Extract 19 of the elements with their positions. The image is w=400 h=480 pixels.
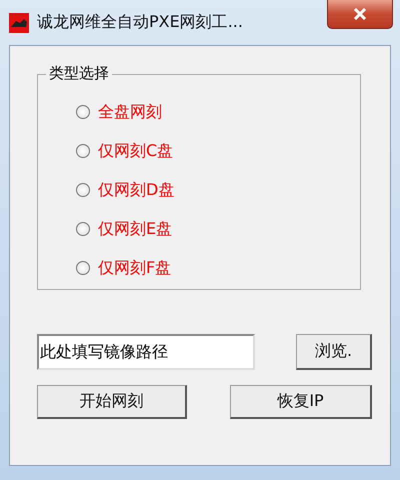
radio-button[interactable]: [76, 183, 90, 197]
close-button[interactable]: [327, 0, 393, 29]
window-title: 诚龙网维全自动PXE网刻工...: [37, 12, 243, 33]
app-icon: [9, 12, 29, 32]
group-title: 类型选择: [46, 64, 112, 83]
restore-ip-button[interactable]: 恢复IP: [230, 385, 372, 419]
option-label[interactable]: 仅网刻D盘: [98, 180, 174, 200]
close-icon: [353, 8, 367, 20]
option-label[interactable]: 仅网刻C盘: [98, 140, 174, 162]
option-label[interactable]: 仅网刻E盘: [98, 218, 172, 240]
option-label[interactable]: 仅网刻F盘: [98, 258, 172, 278]
start-button[interactable]: 开始网刻: [37, 385, 187, 419]
radio-button[interactable]: [76, 144, 90, 158]
radio-button[interactable]: [76, 105, 90, 119]
browse-button[interactable]: 浏览.: [296, 334, 372, 370]
radio-button[interactable]: [76, 222, 90, 236]
path-field[interactable]: 此处填写镜像路径: [37, 334, 255, 370]
radio-button[interactable]: [76, 261, 90, 275]
option-label[interactable]: 全盘网刻: [98, 102, 162, 122]
